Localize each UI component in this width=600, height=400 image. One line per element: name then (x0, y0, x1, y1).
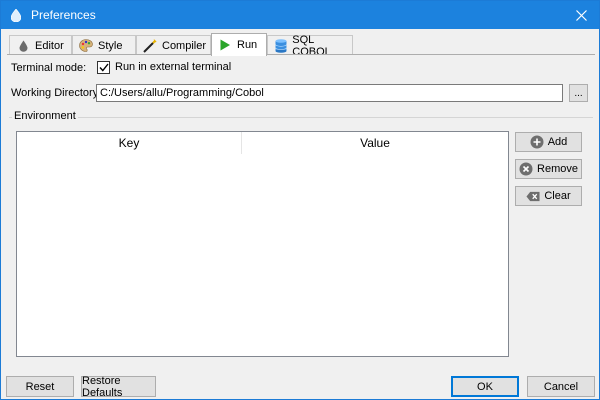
environment-table[interactable]: Key Value (16, 131, 509, 357)
preferences-window: Preferences Editor Style Compiler Run SQ… (0, 0, 600, 400)
restore-defaults-button[interactable]: Restore Defaults (81, 375, 156, 399)
tab-bar: Editor Style Compiler Run SQL COBOL (7, 33, 595, 58)
run-tab-panel: Terminal mode: Run in external terminal … (7, 55, 595, 369)
palette-icon (79, 39, 93, 53)
remove-label: Remove (537, 163, 578, 175)
title-bar[interactable]: Preferences (1, 1, 599, 29)
tab-run[interactable]: Run (211, 33, 267, 56)
reset-button[interactable]: Reset (6, 376, 74, 397)
tab-compiler[interactable]: Compiler (136, 35, 211, 55)
close-button[interactable] (563, 1, 599, 29)
tab-sql-cobol[interactable]: SQL COBOL (267, 34, 353, 58)
play-icon (218, 38, 232, 52)
column-header-value[interactable]: Value (242, 132, 508, 154)
close-icon (575, 9, 587, 21)
environment-label: Environment (12, 110, 78, 122)
remove-button[interactable]: Remove (515, 159, 582, 179)
working-dir-row: Working Directory: (11, 86, 101, 100)
add-button[interactable]: Add (515, 132, 582, 152)
tab-label: Style (98, 39, 123, 52)
working-dir-label: Working Directory: (11, 87, 102, 99)
app-drop-icon (9, 8, 23, 22)
clear-button[interactable]: Clear (515, 186, 582, 206)
terminal-mode-label: Terminal mode: (11, 62, 87, 74)
tab-style[interactable]: Style (72, 35, 136, 55)
browse-button[interactable]: ... (569, 84, 588, 102)
plus-circle-icon (530, 135, 544, 149)
working-dir-field[interactable]: C:/Users/allu/Programming/Cobol (96, 84, 563, 102)
cancel-button[interactable]: Cancel (527, 376, 595, 397)
checkbox-box[interactable] (97, 60, 110, 74)
wand-icon (143, 38, 157, 53)
drop-icon (16, 39, 30, 53)
remove-circle-icon (519, 162, 533, 176)
clear-label: Clear (544, 190, 571, 202)
terminal-mode-row: Terminal mode: (11, 61, 86, 75)
tab-editor[interactable]: Editor (9, 35, 72, 55)
database-icon (274, 38, 287, 53)
window-title: Preferences (31, 8, 96, 22)
tab-label: Run (237, 39, 258, 51)
external-terminal-label: Run in external terminal (115, 61, 232, 73)
column-header-key[interactable]: Key (17, 132, 242, 154)
tab-label: Compiler (162, 39, 207, 52)
environment-group-border (9, 117, 593, 118)
table-header: Key Value (17, 132, 508, 154)
backspace-icon (526, 189, 540, 203)
external-terminal-checkbox[interactable]: Run in external terminal (97, 60, 231, 74)
checkmark-icon (98, 63, 109, 72)
ok-button[interactable]: OK (451, 376, 519, 397)
tab-label: Editor (35, 39, 64, 52)
add-label: Add (547, 136, 568, 148)
